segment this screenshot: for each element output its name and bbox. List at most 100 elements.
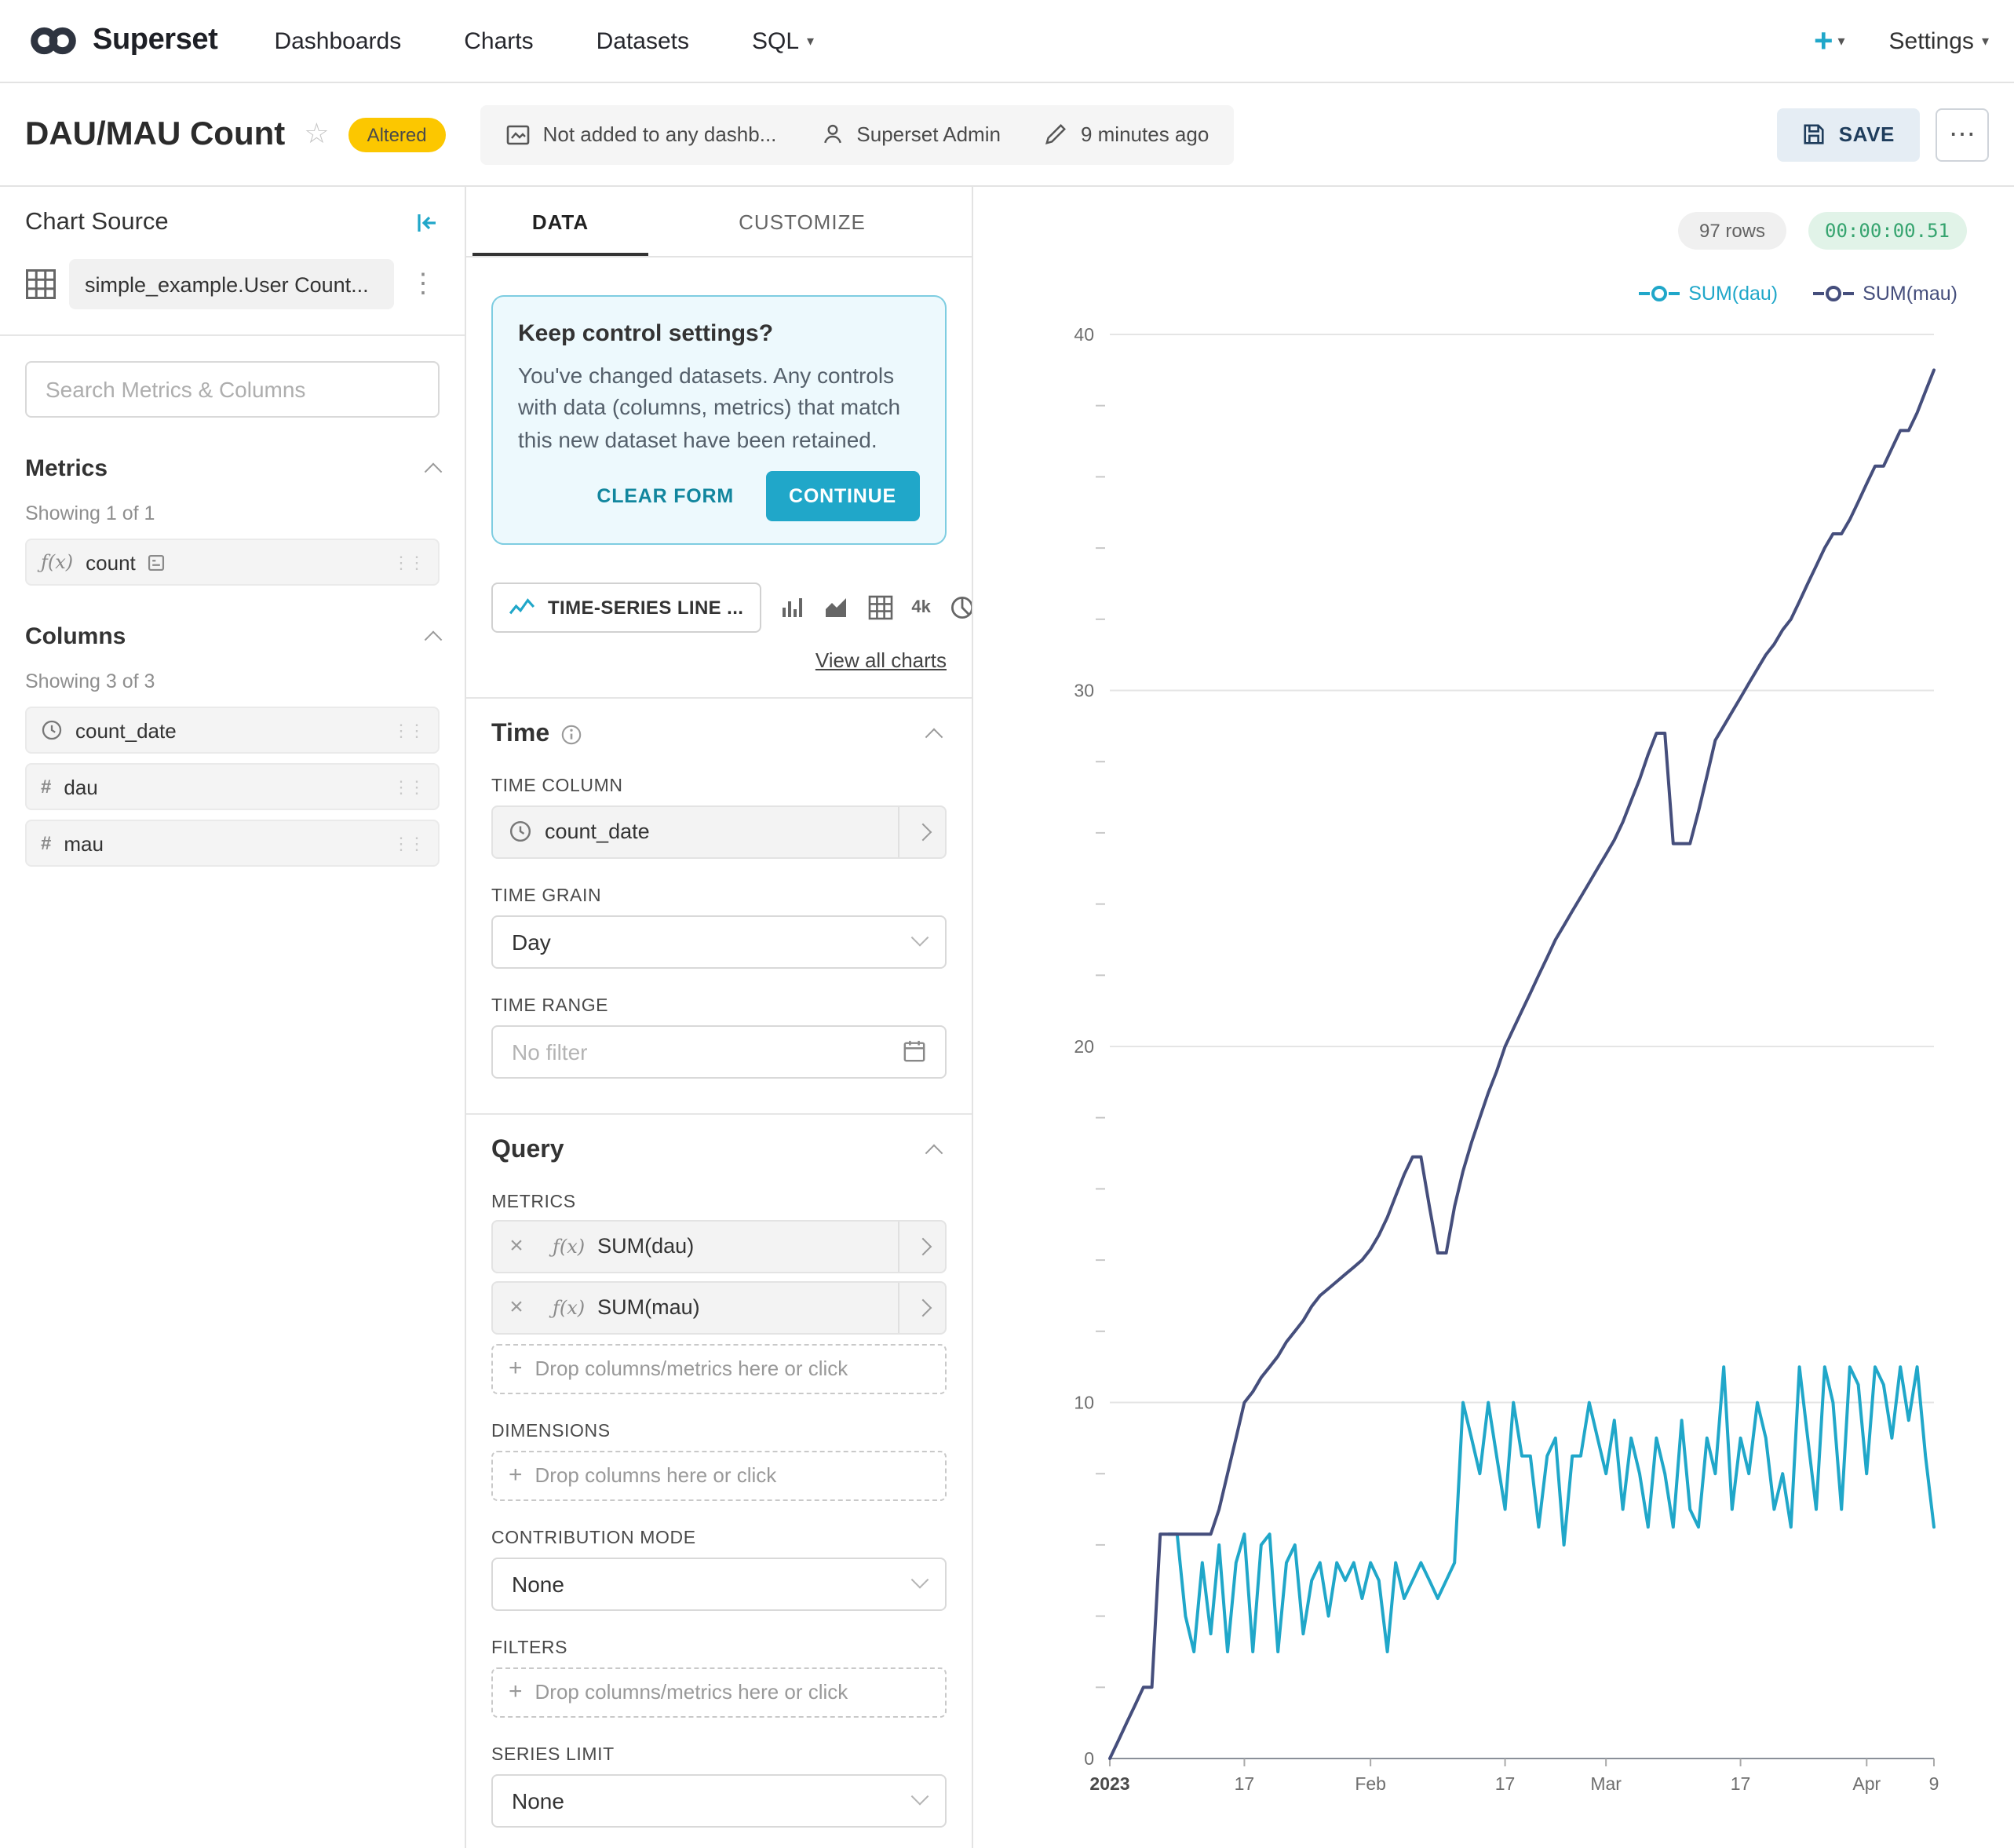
legend-item-sum-mau[interactable]: SUM(mau) <box>1812 283 1957 305</box>
new-item-button[interactable]: +▾ <box>1814 24 1845 57</box>
remove-icon[interactable]: × <box>493 1233 540 1260</box>
dimensions-dropzone[interactable]: + Drop columns here or click <box>491 1451 947 1501</box>
save-button[interactable]: SAVE <box>1778 108 1920 161</box>
settings-menu[interactable]: Settings▾ <box>1889 27 1989 54</box>
series-limit-value: None <box>512 1788 564 1813</box>
filters-label: FILTERS <box>491 1639 947 1658</box>
nav-charts[interactable]: Charts <box>464 27 533 54</box>
main-nav: Dashboards Charts Datasets SQL▾ <box>274 27 814 54</box>
collapse-section-icon[interactable] <box>925 728 943 746</box>
clear-form-button[interactable]: CLEAR FORM <box>593 476 737 517</box>
dashboard-status[interactable]: Not added to any dashb... <box>505 122 777 147</box>
query-section-header: Query <box>491 1137 947 1165</box>
dataset-name[interactable]: simple_example.User Count... <box>69 259 394 309</box>
filters-dropzone[interactable]: + Drop columns/metrics here or click <box>491 1667 947 1718</box>
bar-chart-viz-icon[interactable] <box>779 589 805 626</box>
metric-chip-sum-dau[interactable]: × ƒ(x) SUM(dau) <box>491 1220 947 1273</box>
chart-header: DAU/MAU Count ☆ Altered Not added to any… <box>0 83 2014 187</box>
dataset-name-label: simple_example.User Count... <box>85 272 369 296</box>
legend-label: SUM(mau) <box>1863 283 1957 305</box>
nav-sql[interactable]: SQL▾ <box>752 27 814 54</box>
viz-type-label: TIME-SERIES LINE ... <box>548 597 743 619</box>
time-grain-value: Day <box>512 929 551 955</box>
pencil-icon <box>1045 122 1068 146</box>
column-item-dau[interactable]: # dau ⋮⋮ <box>25 763 440 810</box>
drag-handle-icon[interactable]: ⋮⋮ <box>392 833 424 853</box>
search-input[interactable] <box>25 361 440 418</box>
calendar-icon <box>903 1040 926 1064</box>
alert-title: Keep control settings? <box>518 320 920 347</box>
contribution-mode-select[interactable]: None <box>491 1558 947 1611</box>
svg-text:20: 20 <box>1074 1036 1094 1057</box>
control-panel: DATA CUSTOMIZE Keep control settings? Yo… <box>466 187 973 1848</box>
divider <box>466 697 972 699</box>
main-area: Chart Source simple_example.User Count..… <box>0 187 2014 1848</box>
viz-type-button[interactable]: TIME-SERIES LINE ... <box>491 583 761 633</box>
metric-detail-icon <box>148 553 166 571</box>
altered-badge[interactable]: Altered <box>348 117 446 152</box>
kebab-menu-icon[interactable]: ⋮ <box>407 268 440 300</box>
collapse-section-icon[interactable] <box>925 1144 943 1162</box>
favorite-star-icon[interactable]: ☆ <box>304 118 329 151</box>
dataset-row: simple_example.User Count... ⋮ <box>25 259 440 309</box>
nav-datasets[interactable]: Datasets <box>597 27 689 54</box>
infinity-logo-icon <box>25 24 82 58</box>
drag-handle-icon[interactable]: ⋮⋮ <box>392 552 424 572</box>
time-range-value: No filter <box>512 1039 587 1065</box>
series-limit-select[interactable]: None <box>491 1774 947 1828</box>
chevron-down-icon: ▾ <box>1837 32 1844 49</box>
chevron-right-icon[interactable] <box>898 1222 945 1272</box>
legend-item-sum-dau[interactable]: SUM(dau) <box>1638 283 1778 305</box>
collapse-metrics-icon[interactable] <box>425 462 443 480</box>
column-item-mau[interactable]: # mau ⋮⋮ <box>25 820 440 867</box>
time-grain-select[interactable]: Day <box>491 915 947 969</box>
dashboard-icon <box>505 122 531 147</box>
chevron-down-icon <box>911 1571 929 1589</box>
metric-chip-sum-mau[interactable]: × ƒ(x) SUM(mau) <box>491 1281 947 1335</box>
column-label: dau <box>64 775 97 798</box>
big-number-viz-icon[interactable]: 4k <box>911 589 931 626</box>
metrics-dropzone[interactable]: + Drop columns/metrics here or click <box>491 1344 947 1394</box>
collapse-columns-icon[interactable] <box>425 630 443 648</box>
remove-icon[interactable]: × <box>493 1295 540 1321</box>
time-range-input[interactable]: No filter <box>491 1025 947 1079</box>
svg-text:Apr: Apr <box>1852 1773 1881 1794</box>
continue-button[interactable]: CONTINUE <box>765 471 920 521</box>
tab-customize[interactable]: CUSTOMIZE <box>714 187 890 256</box>
owner[interactable]: Superset Admin <box>820 122 1001 146</box>
drag-handle-icon[interactable]: ⋮⋮ <box>392 776 424 797</box>
keep-control-settings-alert: Keep control settings? You've changed da… <box>491 295 947 545</box>
time-column-control[interactable]: count_date <box>491 805 947 859</box>
metric-item-count[interactable]: ƒ(x) count ⋮⋮ <box>25 539 440 586</box>
plus-icon: + <box>509 1679 523 1706</box>
legend-label: SUM(dau) <box>1688 283 1778 305</box>
tab-data[interactable]: DATA <box>472 187 648 256</box>
owner-label: Superset Admin <box>856 122 1001 146</box>
numeric-type-icon: # <box>41 832 51 854</box>
page-title: DAU/MAU Count <box>25 115 285 153</box>
more-options-button[interactable]: ⋯ <box>1936 108 1989 161</box>
plus-icon: + <box>1814 24 1833 57</box>
numeric-type-icon: # <box>41 776 51 798</box>
pie-chart-viz-icon[interactable] <box>950 589 972 626</box>
svg-text:10: 10 <box>1074 1393 1094 1413</box>
svg-text:2023: 2023 <box>1089 1773 1129 1794</box>
divider <box>466 1113 972 1115</box>
series-limit-label: SERIES LIMIT <box>491 1746 947 1765</box>
drag-handle-icon[interactable]: ⋮⋮ <box>392 720 424 740</box>
nav-dashboards[interactable]: Dashboards <box>274 27 401 54</box>
header-actions: SAVE ⋯ <box>1778 108 1989 161</box>
chevron-right-icon[interactable] <box>898 807 945 857</box>
superset-logo[interactable]: Superset <box>25 24 217 58</box>
svg-text:17: 17 <box>1235 1773 1255 1794</box>
collapse-panel-icon[interactable] <box>414 210 440 236</box>
svg-text:40: 40 <box>1074 324 1094 345</box>
chevron-down-icon: ▾ <box>807 32 814 49</box>
area-chart-viz-icon[interactable] <box>823 589 848 626</box>
chart-area: 97 rows 00:00:00.51 SUM(dau) SUM(mau) 01… <box>973 187 2014 1848</box>
last-modified[interactable]: 9 minutes ago <box>1045 122 1209 146</box>
column-item-count-date[interactable]: count_date ⋮⋮ <box>25 707 440 754</box>
chevron-right-icon[interactable] <box>898 1283 945 1333</box>
table-viz-icon[interactable] <box>867 589 892 626</box>
view-all-charts-link[interactable]: View all charts <box>815 648 947 672</box>
